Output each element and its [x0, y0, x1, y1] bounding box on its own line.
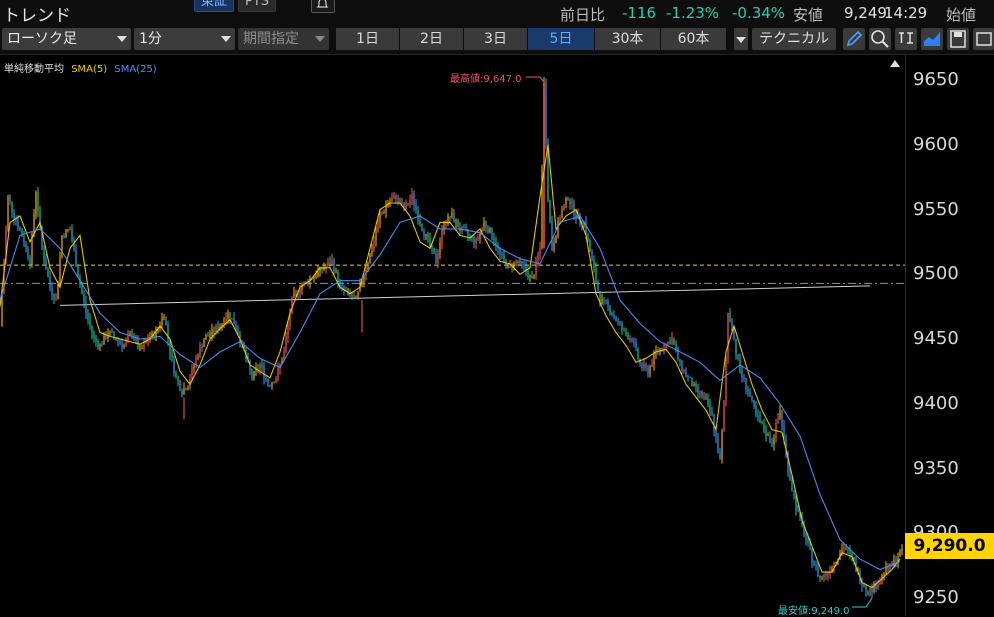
- y-tick-label: 9650: [913, 69, 959, 90]
- draw-pencil-icon: [846, 30, 863, 47]
- draw-button[interactable]: [843, 28, 865, 50]
- y-tick-label: 9600: [913, 133, 959, 155]
- change-pct: -1.23%: [666, 4, 720, 22]
- legend-name: 単純移動平均: [4, 64, 64, 75]
- output-icon: [899, 32, 913, 44]
- y-tick-label: 9450: [913, 328, 959, 349]
- period-tab-30bars[interactable]: 30本: [595, 28, 660, 50]
- zoom-button[interactable]: [869, 28, 891, 50]
- period-tab-5d[interactable]: 5日: [528, 28, 594, 50]
- prev-day-label: 前日比: [560, 6, 606, 24]
- technical-button[interactable]: テクニカル: [752, 28, 836, 50]
- alert-bell-button[interactable]: [311, 0, 335, 13]
- chevron-down-icon: [315, 36, 325, 42]
- output-button[interactable]: [895, 28, 917, 50]
- chevron-down-icon: [117, 36, 127, 42]
- bell-icon: [316, 0, 329, 8]
- zoom-icon: [871, 30, 889, 48]
- y-tick-label: 9500: [913, 263, 959, 285]
- chart-plot-area[interactable]: [0, 55, 905, 616]
- exchange-tab-tse[interactable]: 東証: [194, 0, 235, 12]
- open-label: 始値: [946, 6, 977, 24]
- change-value: -116: [622, 4, 657, 22]
- chart-toolbar: ローソク足 1分 期間指定 1日 2日 3日 5日 30本 60本 テクニカル: [0, 26, 994, 55]
- period-tab-2d[interactable]: 2日: [400, 28, 463, 50]
- low-value: 9,249: [844, 4, 887, 22]
- indicator-legend: 単純移動平均 SMA(5) SMA(25): [4, 60, 157, 75]
- change-pct-secondary: -0.34%: [732, 4, 786, 22]
- current-price-label: 9,290.0: [905, 533, 994, 559]
- interval-select[interactable]: 1分: [134, 28, 235, 50]
- low-value-annotation: 最安値:9,249.0: [778, 606, 850, 617]
- period-tab-3d[interactable]: 3日: [464, 28, 527, 50]
- legend-sma25: SMA(25): [114, 64, 157, 75]
- legend-sma5: SMA(5): [71, 64, 108, 75]
- window-button[interactable]: [973, 28, 994, 50]
- period-select[interactable]: 期間指定: [238, 28, 329, 50]
- period-more-button[interactable]: [734, 28, 748, 50]
- chevron-down-icon: [221, 36, 231, 42]
- chevron-down-icon: [736, 37, 746, 43]
- low-label: 安値: [793, 6, 824, 24]
- exchange-tab-pts[interactable]: PTS: [238, 0, 277, 12]
- save-button[interactable]: [947, 28, 969, 50]
- y-tick-label: 9550: [913, 198, 959, 220]
- top-bar: トレンド 東証 PTS 前日比 -116 -1.23% -0.34% 安値 9,…: [0, 0, 994, 26]
- interval-value: 1分: [139, 31, 162, 47]
- high-value-annotation: 最高値:9,647.0: [450, 74, 522, 85]
- area-chart-icon: [924, 32, 940, 46]
- period-tab-1d[interactable]: 1日: [336, 28, 399, 50]
- y-tick-label: 9400: [913, 392, 959, 414]
- chart-type-value: ローソク足: [7, 31, 77, 47]
- window-icon: [976, 32, 992, 46]
- y-tick-label: 9350: [913, 457, 959, 479]
- save-icon: [950, 30, 966, 48]
- period-tab-60bars[interactable]: 60本: [661, 28, 726, 50]
- chart-type-select[interactable]: ローソク足: [2, 28, 131, 50]
- area-chart-button[interactable]: [921, 28, 943, 50]
- chart-title: トレンド: [3, 6, 71, 26]
- period-placeholder: 期間指定: [243, 31, 299, 47]
- time-value: 14:29: [884, 4, 928, 22]
- scroll-up-arrow-icon[interactable]: [889, 58, 901, 68]
- y-tick-label: 9250: [913, 587, 959, 608]
